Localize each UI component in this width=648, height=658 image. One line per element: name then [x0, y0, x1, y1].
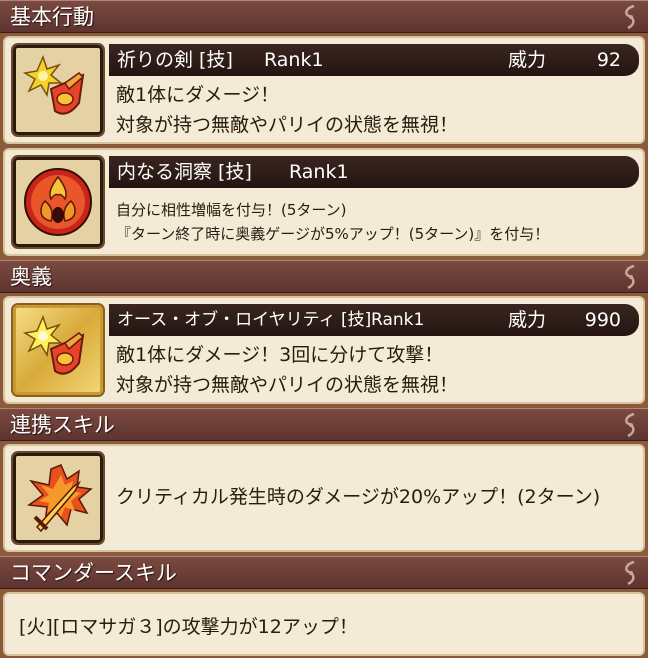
skill-name-bar: 内なる洞察 [技] Rank1: [109, 156, 639, 188]
skill-icon-frame: [11, 43, 105, 137]
skill-desc-line: 自分に相性増幅を付与！(5ターン): [116, 201, 347, 219]
skill-desc-line: 対象が持つ無敵やパリイの状態を無視！: [116, 114, 459, 136]
commander-desc: [火][ロマサガ３]の攻撃力が12アップ！: [19, 616, 358, 638]
flaming-sword-icon: [26, 464, 93, 533]
section-title: コマンダースキル: [10, 561, 177, 585]
skill-desc-line: 対象が持つ無敵やパリイの状態を無視！: [116, 374, 459, 396]
power-value: 92: [596, 49, 621, 71]
section-title: 連携スキル: [10, 413, 115, 437]
section-title: 奥義: [10, 265, 52, 289]
power-label: 威力: [508, 49, 547, 71]
commander-card[interactable]: [火][ロマサガ３]の攻撃力が12アップ！: [3, 592, 645, 656]
section-header-commander: コマンダースキル: [0, 556, 648, 589]
skill-desc-line: 『ターン終了時に奥義ゲージが5%アップ！(5ターン)』を付与！: [116, 225, 550, 243]
scroll-curl-icon: [625, 560, 635, 586]
renkei-desc: クリティカル発生時のダメージが20%アップ！(2ターン): [116, 486, 601, 508]
skill-name-bar: オース・オブ・ロイヤリティ [技] Rank1 威力 990: [109, 304, 639, 336]
renkei-card[interactable]: クリティカル発生時のダメージが20%アップ！(2ターン): [3, 444, 645, 552]
section-title: 基本行動: [10, 5, 94, 29]
scroll-curl-icon: [625, 412, 635, 438]
skill-name: 祈りの剣 [技]: [117, 49, 233, 71]
skill-icon-frame: [11, 303, 105, 397]
skill-name: オース・オブ・ロイヤリティ [技]: [117, 310, 372, 330]
skill-desc-line: 敵1体にダメージ！3回に分けて攻撃！: [116, 344, 444, 366]
section-header-renkei: 連携スキル: [0, 408, 648, 441]
power-value: 990: [584, 309, 621, 331]
section-header-ougi: 奥義: [0, 260, 648, 293]
skill-card-uchinaru[interactable]: 内なる洞察 [技] Rank1 自分に相性増幅を付与！(5ターン) 『ターン終了…: [3, 148, 645, 256]
section-header-basic: 基本行動: [0, 0, 648, 33]
skill-rank: Rank1: [289, 161, 349, 183]
skill-icon-frame: [11, 155, 105, 249]
skill-card-inori[interactable]: 祈りの剣 [技] Rank1 威力 92 敵1体にダメージ！ 対象が持つ無敵やパ…: [3, 36, 645, 144]
skill-rank: Rank1: [264, 49, 324, 71]
skill-icon-frame: [11, 451, 105, 545]
scroll-curl-icon: [625, 264, 635, 290]
skill-name-bar: 祈りの剣 [技] Rank1 威力 92: [109, 44, 639, 76]
skill-name: 内なる洞察 [技]: [117, 161, 252, 183]
burst-sword-shield-icon: [22, 314, 85, 375]
skill-desc-line: 敵1体にダメージ！: [116, 84, 280, 106]
skill-card-oath[interactable]: オース・オブ・ロイヤリティ [技] Rank1 威力 990 敵1体にダメージ！…: [3, 296, 645, 404]
power-label: 威力: [508, 309, 547, 331]
scroll-curl-icon: [625, 4, 635, 30]
fire-drop-icon: [24, 168, 92, 236]
skill-rank: Rank1: [371, 310, 425, 330]
burst-sword-shield-icon: [22, 54, 85, 115]
